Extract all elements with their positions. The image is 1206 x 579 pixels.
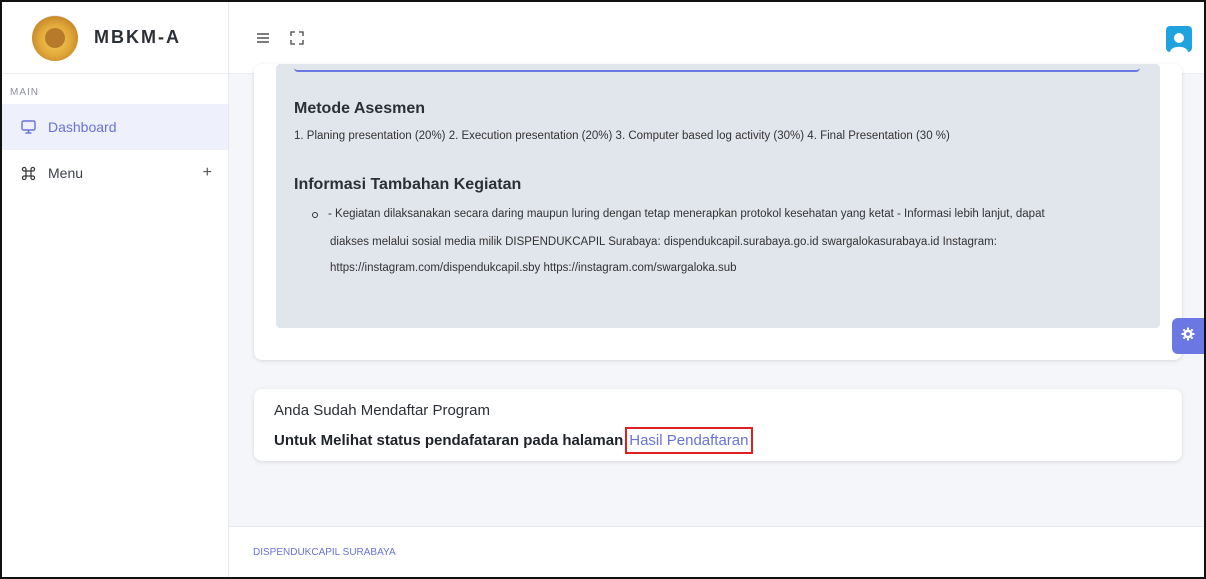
registered-message: Anda Sudah Mendaftar Program — [274, 402, 490, 419]
monitor-icon — [20, 119, 36, 135]
settings-gear-button[interactable] — [1172, 318, 1204, 354]
sidebar-item-dashboard[interactable]: Dashboard — [2, 104, 228, 150]
info-box: Metode Asesmen 1. Planing presentation (… — [276, 64, 1160, 328]
info-text-line3: https://instagram.com/dispendukcapil.sby… — [330, 262, 737, 274]
sidebar-item-menu[interactable]: Menu + — [2, 150, 228, 196]
footer-text[interactable]: DISPENDUKCAPIL SURABAYA — [253, 547, 396, 558]
app-window: MBKM-A MAIN Dashboard Menu + Metode Ases… — [0, 0, 1206, 579]
expand-plus-icon[interactable]: + — [203, 164, 212, 182]
info-text-line1: - Kegiatan dilaksanakan secara daring ma… — [328, 208, 1045, 220]
main-content: Metode Asesmen 1. Planing presentation (… — [229, 64, 1204, 577]
status-instruction: Untuk Melihat status pendafataran pada h… — [274, 427, 753, 454]
brand[interactable]: MBKM-A — [2, 2, 228, 74]
footer: DISPENDUKCAPIL SURABAYA — [229, 526, 1204, 577]
hasil-pendaftaran-link[interactable]: Hasil Pendaftaran — [625, 427, 753, 454]
registration-status-card: Anda Sudah Mendaftar Program Untuk Melih… — [254, 389, 1182, 461]
sidebar-section-label: MAIN — [10, 87, 39, 98]
program-detail-card: Metode Asesmen 1. Planing presentation (… — [254, 64, 1182, 360]
info-text-line2: diakses melalui sosial media milik DISPE… — [330, 236, 997, 248]
user-avatar-icon[interactable] — [1166, 26, 1192, 52]
status-instruction-text: Untuk Melihat status pendafataran pada h… — [274, 432, 624, 449]
sidebar-item-label: Menu — [48, 165, 84, 181]
fullscreen-icon[interactable] — [287, 28, 307, 48]
brand-name: MBKM-A — [94, 27, 181, 47]
informasi-tambahan-title: Informasi Tambahan Kegiatan — [294, 176, 522, 193]
bullet-icon — [312, 212, 318, 218]
accent-bar — [294, 64, 1140, 72]
sidebar: MBKM-A MAIN Dashboard Menu + — [2, 2, 229, 577]
logo-icon — [32, 14, 78, 61]
gear-icon — [1181, 327, 1195, 346]
metode-asesmen-text: 1. Planing presentation (20%) 2. Executi… — [294, 130, 950, 142]
command-icon — [20, 165, 36, 181]
hamburger-icon[interactable] — [253, 28, 273, 48]
metode-asesmen-title: Metode Asesmen — [294, 100, 425, 117]
sidebar-item-label: Dashboard — [48, 119, 117, 135]
